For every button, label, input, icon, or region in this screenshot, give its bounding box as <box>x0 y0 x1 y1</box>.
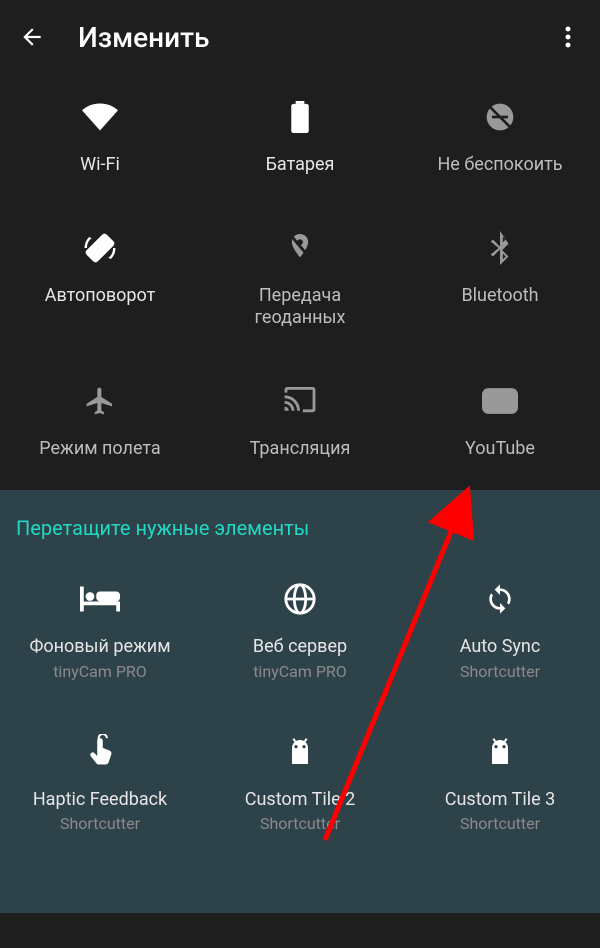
tile-haptic-feedback[interactable]: Haptic Feedback Shortcutter <box>0 729 200 834</box>
tile-wifi[interactable]: Wi-Fi <box>0 94 200 177</box>
tile-label: Веб сервер <box>253 636 347 659</box>
tile-label: Haptic Feedback <box>33 789 167 812</box>
tile-background-mode[interactable]: Фоновый режим tinyCam PRO <box>0 576 200 681</box>
active-tiles-grid: Wi-Fi Батарея Не беспокоить Автоповорот <box>0 94 600 460</box>
tile-subtext: Shortcutter <box>260 814 340 833</box>
tile-battery[interactable]: Батарея <box>200 94 400 177</box>
android-icon <box>484 729 516 775</box>
battery-icon <box>291 94 309 140</box>
tile-label: Передача геоданных <box>255 285 346 330</box>
airplane-icon <box>84 378 116 424</box>
tile-subtext: Shortcutter <box>460 662 540 681</box>
tile-subtext: Shortcutter <box>60 814 140 833</box>
tile-autorotate[interactable]: Автоповорот <box>0 225 200 330</box>
tile-label: Wi-Fi <box>80 154 120 177</box>
youtube-icon <box>482 378 518 424</box>
tile-label: Трансляция <box>250 438 351 461</box>
tile-auto-sync[interactable]: Auto Sync Shortcutter <box>400 576 600 681</box>
touch-icon <box>86 729 114 775</box>
tile-label: Bluetooth <box>461 285 538 308</box>
more-vert-icon <box>565 25 571 49</box>
tile-web-server[interactable]: Веб сервер tinyCam PRO <box>200 576 400 681</box>
dnd-icon <box>484 94 516 140</box>
tile-custom-tile-3[interactable]: Custom Tile 3 Shortcutter <box>400 729 600 834</box>
available-tiles-section: Перетащите нужные элементы Фоновый режим… <box>0 490 600 913</box>
autorotate-icon <box>81 225 119 271</box>
header: Изменить <box>0 0 600 74</box>
sync-icon <box>484 576 516 622</box>
tile-airplane[interactable]: Режим полета <box>0 378 200 461</box>
tile-youtube[interactable]: YouTube <box>400 378 600 461</box>
location-off-icon <box>286 225 314 271</box>
page-title: Изменить <box>78 21 554 54</box>
tile-dnd[interactable]: Не беспокоить <box>400 94 600 177</box>
back-button[interactable] <box>18 23 46 51</box>
tile-label: YouTube <box>465 438 535 461</box>
tile-label: Custom Tile 2 <box>245 789 355 812</box>
available-tiles-grid: Фоновый режим tinyCam PRO Веб сервер tin… <box>0 576 600 833</box>
tile-cast[interactable]: Трансляция <box>200 378 400 461</box>
tile-subtext: tinyCam PRO <box>53 662 147 681</box>
tile-subtext: Shortcutter <box>460 814 540 833</box>
globe-icon <box>283 576 317 622</box>
arrow-back-icon <box>19 24 45 50</box>
tile-custom-tile-2[interactable]: Custom Tile 2 Shortcutter <box>200 729 400 834</box>
bluetooth-icon <box>489 225 511 271</box>
cast-icon <box>283 378 317 424</box>
active-tiles-section: Wi-Fi Батарея Не беспокоить Автоповорот <box>0 74 600 490</box>
available-section-title: Перетащите нужные элементы <box>0 516 600 576</box>
bed-icon <box>80 576 120 622</box>
tile-subtext: tinyCam PRO <box>253 662 347 681</box>
tile-label: Фоновый режим <box>29 636 170 659</box>
tile-label: Не беспокоить <box>437 154 562 177</box>
tile-label: Custom Tile 3 <box>445 789 555 812</box>
tile-label: Батарея <box>266 154 335 177</box>
wifi-icon <box>82 94 118 140</box>
more-menu-button[interactable] <box>554 23 582 51</box>
tile-label: Auto Sync <box>460 636 541 659</box>
tile-location[interactable]: Передача геоданных <box>200 225 400 330</box>
android-icon <box>284 729 316 775</box>
tile-label: Режим полета <box>39 438 160 461</box>
tile-bluetooth[interactable]: Bluetooth <box>400 225 600 330</box>
tile-label: Автоповорот <box>45 285 156 308</box>
